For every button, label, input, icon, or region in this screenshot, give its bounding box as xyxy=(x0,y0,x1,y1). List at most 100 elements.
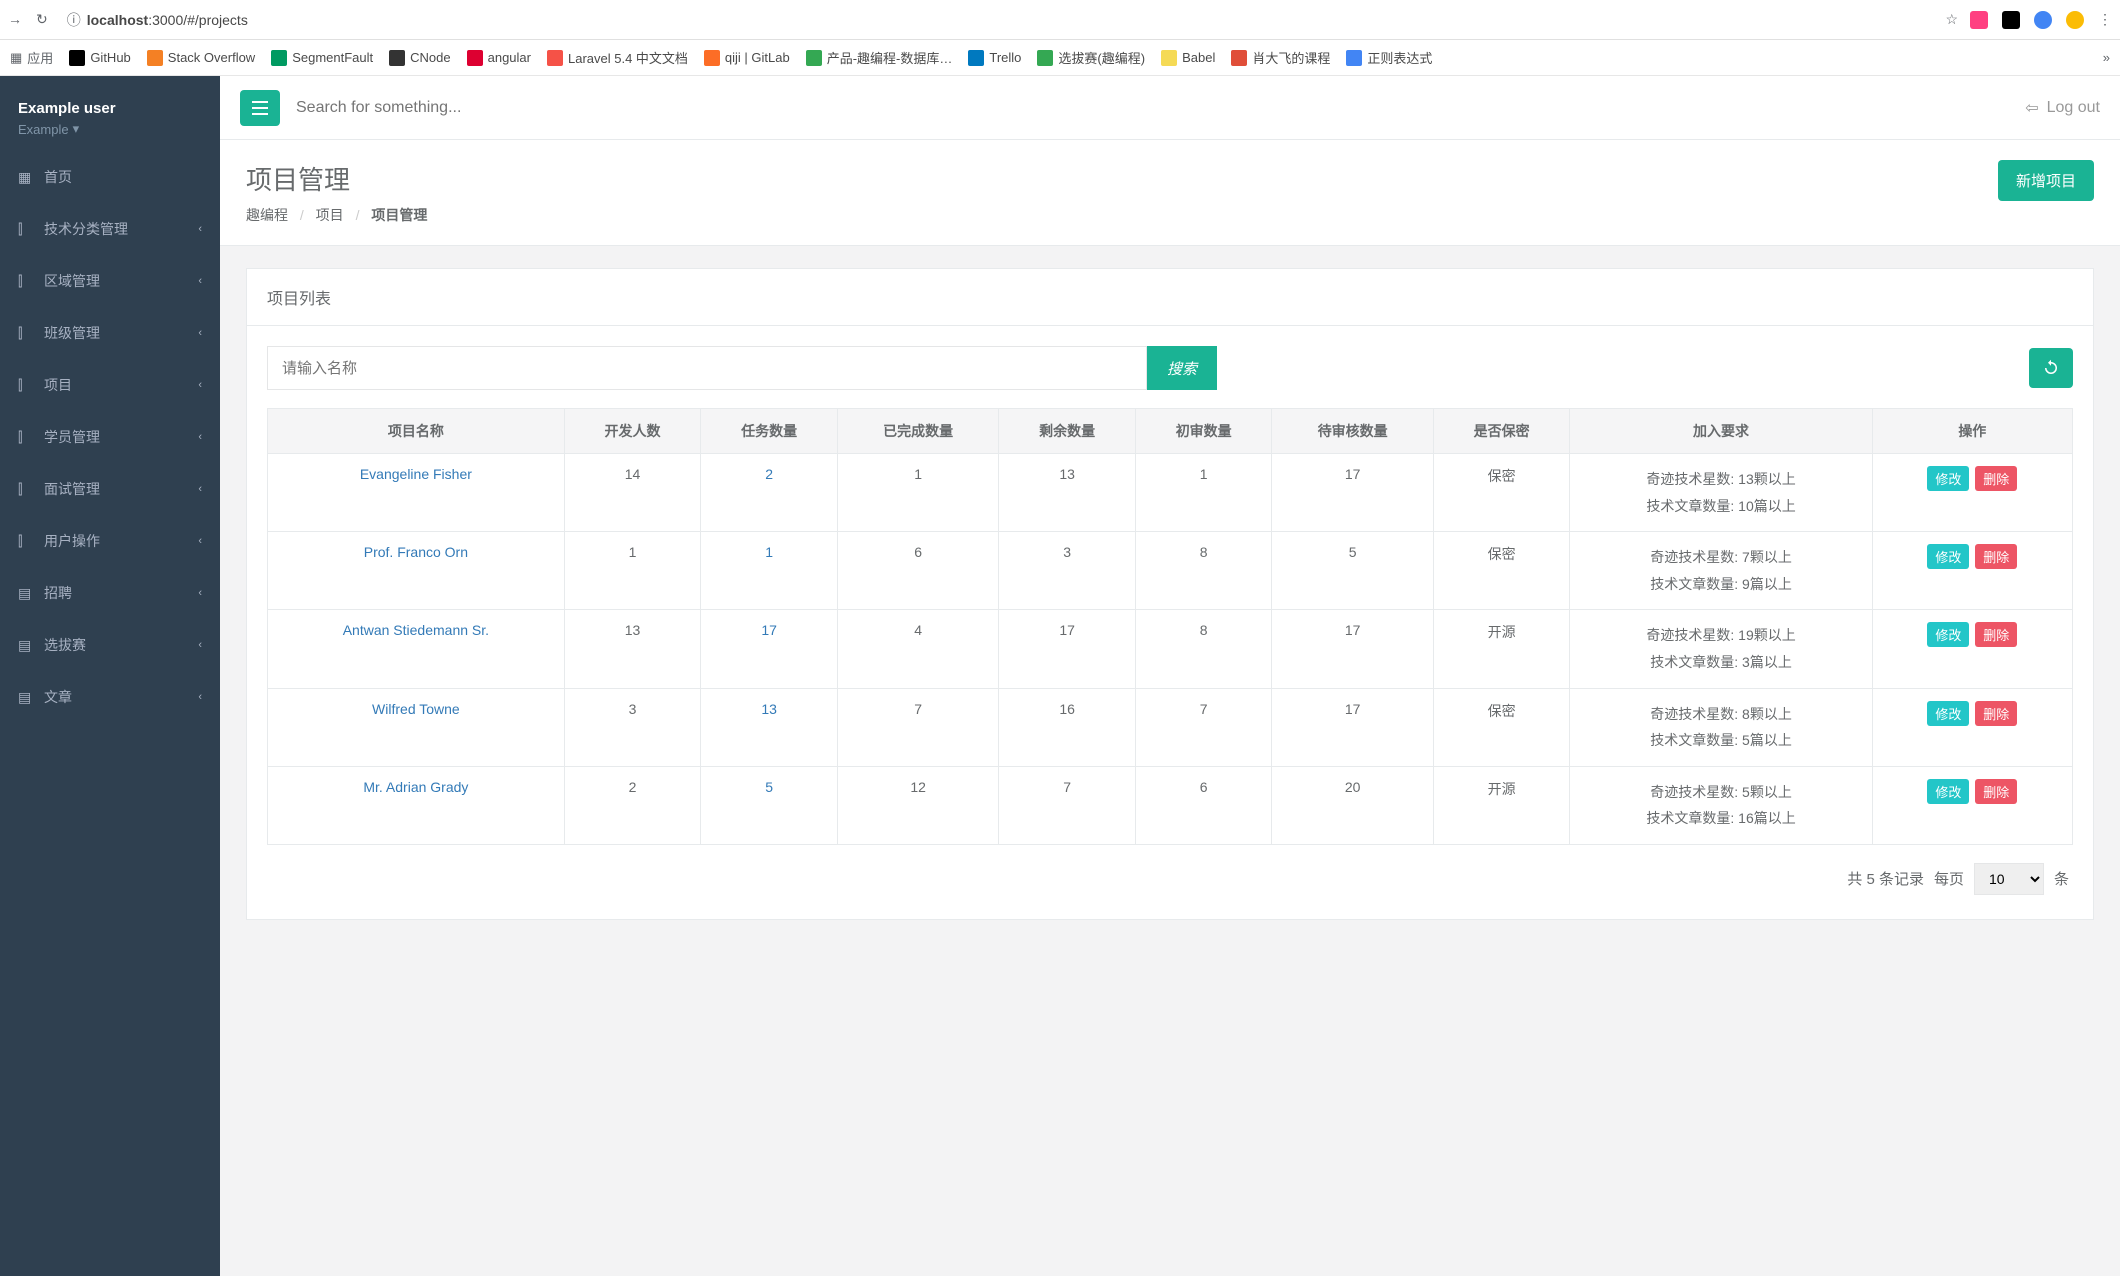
bookmark-item[interactable]: qiji | GitLab xyxy=(704,50,790,66)
project-name-link[interactable]: Prof. Franco Orn xyxy=(364,544,468,560)
browser-omnibox[interactable]: ⓘ localhost:3000/#/projects xyxy=(60,6,1934,34)
name-search-input[interactable] xyxy=(267,346,1147,390)
nav-icon: ⫿ xyxy=(18,481,34,498)
cell-secret: 开源 xyxy=(1433,610,1570,688)
project-name-link[interactable]: Antwan Stiedemann Sr. xyxy=(343,622,489,638)
tasks-link[interactable]: 1 xyxy=(765,544,773,560)
main: ⇦ Log out 项目管理 趣编程 / 项目 / 项目管理 新增项目 项目列表 xyxy=(220,76,2120,1276)
bookmark-item[interactable]: Laravel 5.4 中文文档 xyxy=(547,48,688,67)
star-icon[interactable]: ☆ xyxy=(1945,11,1958,28)
chevron-left-icon: ‹ xyxy=(198,431,202,443)
sidebar-item[interactable]: ⫿班级管理‹ xyxy=(0,307,220,359)
column-header: 剩余数量 xyxy=(999,409,1136,454)
nav-icon: ⫿ xyxy=(18,377,34,394)
cell-first: 6 xyxy=(1135,766,1272,844)
project-name-link[interactable]: Wilfred Towne xyxy=(372,701,460,717)
bookmark-item[interactable]: SegmentFault xyxy=(271,50,373,66)
cell-first: 8 xyxy=(1135,532,1272,610)
nav-icon: ⫿ xyxy=(18,221,34,238)
bookmark-item[interactable]: Babel xyxy=(1161,50,1215,66)
search-button[interactable]: 搜索 xyxy=(1147,346,1217,390)
edit-button[interactable]: 修改 xyxy=(1927,779,1969,804)
nav-icon: ⫿ xyxy=(18,273,34,290)
chevron-left-icon: ‹ xyxy=(198,639,202,651)
edit-button[interactable]: 修改 xyxy=(1927,701,1969,726)
edit-button[interactable]: 修改 xyxy=(1927,544,1969,569)
ext-icon-3[interactable] xyxy=(2034,11,2052,29)
ext-icon-1[interactable] xyxy=(1970,11,1988,29)
add-project-button[interactable]: 新增项目 xyxy=(1998,160,2094,201)
user-sub: Example xyxy=(18,122,69,137)
bookmark-item[interactable]: 正则表达式 xyxy=(1346,48,1432,67)
logout-link[interactable]: ⇦ Log out xyxy=(2025,98,2100,118)
delete-button[interactable]: 删除 xyxy=(1975,779,2017,804)
project-name-link[interactable]: Mr. Adrian Grady xyxy=(363,779,468,795)
page-size-select[interactable]: 10 xyxy=(1974,863,2044,895)
sidebar-item[interactable]: ⫿项目‹ xyxy=(0,359,220,411)
cell-done: 1 xyxy=(837,454,998,532)
global-search-input[interactable] xyxy=(296,99,596,117)
browser-forward-icon[interactable]: → xyxy=(8,11,22,28)
chevron-left-icon: ‹ xyxy=(198,535,202,547)
nav-icon: ▤ xyxy=(18,637,34,654)
delete-button[interactable]: 删除 xyxy=(1975,701,2017,726)
browser-menu-icon[interactable]: ⋮ xyxy=(2098,11,2112,28)
browser-reload-icon[interactable]: ↻ xyxy=(36,11,48,28)
nav-label: 招聘 xyxy=(44,583,72,603)
ext-icon-4[interactable] xyxy=(2066,11,2084,29)
sidebar-toggle-button[interactable] xyxy=(240,90,280,126)
url-host: localhost xyxy=(87,12,148,28)
bookmark-item[interactable]: 选拔赛(趣编程) xyxy=(1037,48,1145,67)
nav-label: 技术分类管理 xyxy=(44,219,128,239)
sidebar-item[interactable]: ▤ 选拔赛 ‹ xyxy=(0,619,220,671)
logout-icon: ⇦ xyxy=(2025,98,2038,118)
delete-button[interactable]: 删除 xyxy=(1975,544,2017,569)
nav-icon: ⫿ xyxy=(18,429,34,446)
sidebar-item[interactable]: ⫿区域管理‹ xyxy=(0,255,220,307)
tasks-link[interactable]: 5 xyxy=(765,779,773,795)
sidebar-item[interactable]: ⫿ 用户操作 ‹ xyxy=(0,515,220,567)
cell-secret: 保密 xyxy=(1433,532,1570,610)
bookmark-item[interactable]: 肖大飞的课程 xyxy=(1231,48,1330,67)
chevron-left-icon: ‹ xyxy=(198,691,202,703)
breadcrumb-item[interactable]: 项目 xyxy=(316,207,344,223)
reload-button[interactable] xyxy=(2029,348,2073,388)
column-header: 初审数量 xyxy=(1135,409,1272,454)
edit-button[interactable]: 修改 xyxy=(1927,622,1969,647)
sidebar-item[interactable]: ▤招聘‹ xyxy=(0,567,220,619)
bookmark-item[interactable]: Stack Overflow xyxy=(147,50,255,66)
chevron-left-icon: ‹ xyxy=(198,379,202,391)
bookmark-item[interactable]: 产品-趣编程-数据库… xyxy=(806,48,953,67)
sidebar-item[interactable]: ⫿学员管理‹ xyxy=(0,411,220,463)
tasks-link[interactable]: 13 xyxy=(761,701,777,717)
tasks-link[interactable]: 17 xyxy=(761,622,777,638)
sidebar-user[interactable]: Example user Example ▾ xyxy=(0,76,220,151)
delete-button[interactable]: 删除 xyxy=(1975,622,2017,647)
apps-icon[interactable]: ▦ 应用 xyxy=(10,48,53,67)
nav-label: 用户操作 xyxy=(44,531,100,551)
bookmark-item[interactable]: GitHub xyxy=(69,50,130,66)
project-name-link[interactable]: Evangeline Fisher xyxy=(360,466,472,482)
sidebar-item[interactable]: ⫿面试管理‹ xyxy=(0,463,220,515)
bookmark-item[interactable]: Trello xyxy=(968,50,1021,66)
bookmarks-overflow-icon[interactable]: » xyxy=(2103,50,2110,65)
cell-dev: 1 xyxy=(564,532,701,610)
bookmark-item[interactable]: CNode xyxy=(389,50,450,66)
nav-label: 选拔赛 xyxy=(44,635,86,655)
cell-secret: 保密 xyxy=(1433,454,1570,532)
sidebar-item[interactable]: ▦首页 xyxy=(0,151,220,203)
ext-icon-2[interactable] xyxy=(2002,11,2020,29)
edit-button[interactable]: 修改 xyxy=(1927,466,1969,491)
chevron-left-icon: ‹ xyxy=(198,275,202,287)
sidebar-item[interactable]: ▤文章‹ xyxy=(0,671,220,723)
cell-first: 1 xyxy=(1135,454,1272,532)
delete-button[interactable]: 删除 xyxy=(1975,466,2017,491)
total-records: 共 5 条记录 xyxy=(1847,868,1924,889)
bookmark-item[interactable]: angular xyxy=(467,50,531,66)
nav-icon: ▦ xyxy=(18,169,34,186)
breadcrumb-item[interactable]: 趣编程 xyxy=(246,207,288,223)
nav-icon: ⫿ xyxy=(18,533,34,550)
column-header: 是否保密 xyxy=(1433,409,1570,454)
tasks-link[interactable]: 2 xyxy=(765,466,773,482)
sidebar-item[interactable]: ⫿技术分类管理‹ xyxy=(0,203,220,255)
